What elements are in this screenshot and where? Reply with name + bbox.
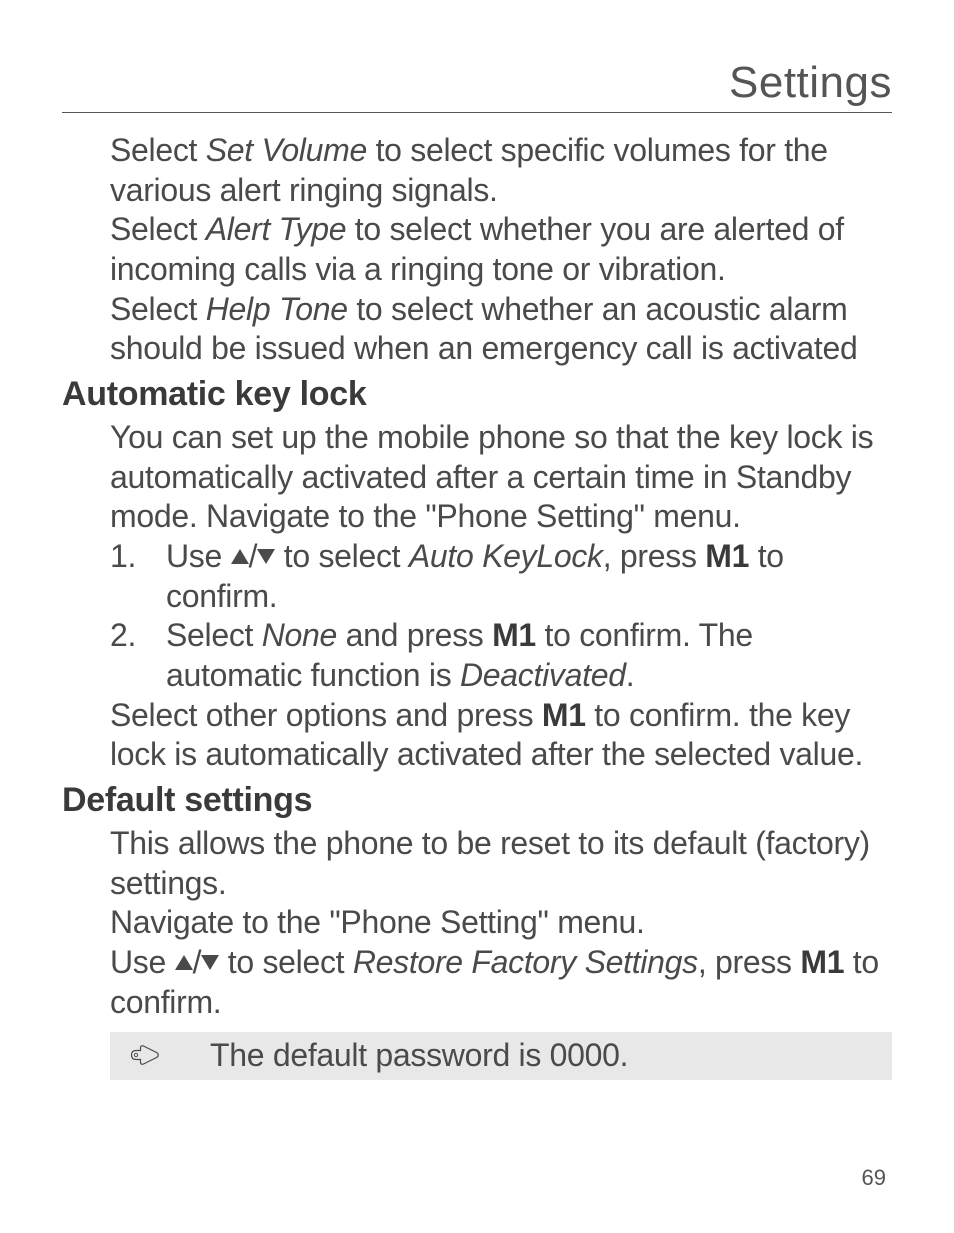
text: to select xyxy=(219,944,353,980)
italic-text: Alert Type xyxy=(206,211,346,247)
text: , press xyxy=(698,944,801,980)
bold-text: M1 xyxy=(492,617,536,653)
list-item: 2. Select None and press M1 to confirm. … xyxy=(110,616,892,695)
bold-text: M1 xyxy=(800,944,844,980)
italic-text: Restore Factory Settings xyxy=(353,944,698,980)
italic-text: Deactivated xyxy=(460,657,626,693)
header-title: Settings xyxy=(729,58,892,108)
note-text: The default password is 0000. xyxy=(210,1036,628,1076)
paragraph: Use / to select Restore Factory Settings… xyxy=(110,943,892,1022)
up-arrow-icon xyxy=(231,549,249,564)
paragraph: Select Help Tone to select whether an ac… xyxy=(110,290,892,369)
text: to select xyxy=(275,538,409,574)
pointing-hand-icon xyxy=(130,1036,160,1076)
down-arrow-icon xyxy=(257,549,275,564)
list-number: 2. xyxy=(110,616,166,695)
list-text: Select None and press M1 to confirm. The… xyxy=(166,616,892,695)
up-arrow-icon xyxy=(175,955,193,970)
paragraph: Select other options and press M1 to con… xyxy=(110,696,892,775)
section-heading-keylock: Automatic key lock xyxy=(62,375,892,414)
text: Select xyxy=(110,291,206,327)
italic-text: None xyxy=(262,617,337,653)
list-text: Use / to select Auto KeyLock, press M1 t… xyxy=(166,537,892,616)
text: Use xyxy=(166,538,231,574)
ordered-list: 1. Use / to select Auto KeyLock, press M… xyxy=(110,537,892,696)
paragraph: Select Set Volume to select specific vol… xyxy=(110,131,892,210)
text: . xyxy=(626,657,635,693)
paragraph: You can set up the mobile phone so that … xyxy=(110,418,892,537)
paragraph: Select Alert Type to select whether you … xyxy=(110,210,892,289)
italic-text: Help Tone xyxy=(206,291,348,327)
text: Select other options and press xyxy=(110,697,542,733)
italic-text: Auto KeyLock xyxy=(409,538,603,574)
list-number: 1. xyxy=(110,537,166,616)
intro-block: Select Set Volume to select specific vol… xyxy=(62,131,892,369)
text: Select xyxy=(110,211,206,247)
list-item: 1. Use / to select Auto KeyLock, press M… xyxy=(110,537,892,616)
keylock-block: You can set up the mobile phone so that … xyxy=(62,418,892,775)
bold-text: M1 xyxy=(705,538,749,574)
down-arrow-icon xyxy=(201,955,219,970)
section-heading-default: Default settings xyxy=(62,781,892,820)
text: Select xyxy=(110,132,206,168)
text: , press xyxy=(603,538,706,574)
text: and press xyxy=(337,617,492,653)
paragraph: This allows the phone to be reset to its… xyxy=(110,824,892,903)
bold-text: M1 xyxy=(542,697,586,733)
text: Use xyxy=(110,944,175,980)
page-number: 69 xyxy=(862,1165,886,1191)
default-settings-block: This allows the phone to be reset to its… xyxy=(62,824,892,1080)
paragraph: Navigate to the "Phone Setting" menu. xyxy=(110,903,892,943)
page-header: Settings xyxy=(62,58,892,113)
italic-text: Set Volume xyxy=(206,132,367,168)
text: Select xyxy=(166,617,262,653)
note-box: The default password is 0000. xyxy=(110,1032,892,1080)
